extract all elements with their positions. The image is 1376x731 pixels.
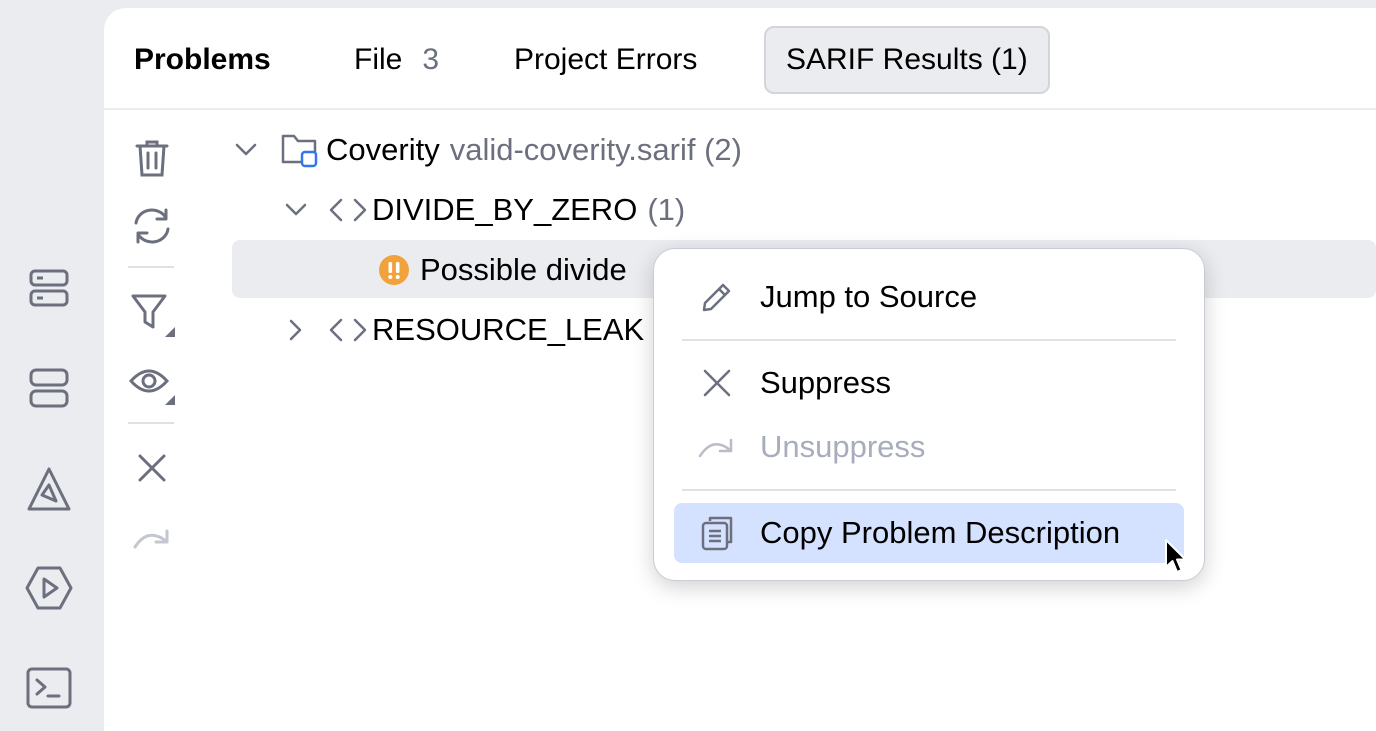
- tab-bar: Problems File 3 Project Errors SARIF Res…: [104, 8, 1376, 110]
- mouse-cursor-icon: [1164, 538, 1188, 581]
- toolbar-separator: [128, 422, 174, 424]
- menu-item-unsuppress-label: Unsuppress: [760, 429, 926, 464]
- copy-icon: [692, 515, 742, 551]
- folder-icon: [280, 132, 320, 168]
- menu-item-copy-label: Copy Problem Description: [760, 515, 1121, 550]
- menu-item-jump-label: Jump to Source: [760, 279, 978, 314]
- context-menu: Jump to Source Suppress Unsuppress Copy …: [653, 248, 1205, 581]
- tree-node-divide-by-zero[interactable]: DIVIDE_BY_ZERO (1): [284, 180, 685, 240]
- menu-item-suppress-label: Suppress: [760, 365, 891, 400]
- tab-project-errors[interactable]: Project Errors: [514, 26, 697, 94]
- build-icon[interactable]: [22, 462, 76, 516]
- trash-icon[interactable]: [128, 134, 176, 182]
- tree-node-problem[interactable]: Possible divide: [378, 240, 627, 300]
- database-icon[interactable]: [22, 261, 76, 315]
- filter-icon[interactable]: [128, 290, 176, 338]
- redo-icon: [692, 435, 742, 459]
- menu-item-jump-to-source[interactable]: Jump to Source: [674, 267, 1184, 327]
- chevron-right-icon[interactable]: [284, 319, 308, 341]
- tree-node-coverity-name: Coverity: [326, 132, 440, 167]
- terminal-icon[interactable]: [22, 661, 76, 715]
- chevron-down-icon[interactable]: [284, 203, 308, 217]
- tree-node-coverity-file: valid-coverity.sarif (2): [449, 132, 742, 167]
- tab-sarif-results[interactable]: SARIF Results (1): [764, 26, 1050, 94]
- close-icon[interactable]: [128, 444, 176, 492]
- structure-icon[interactable]: [22, 361, 76, 415]
- code-tag-icon: [328, 318, 368, 342]
- menu-item-copy-description[interactable]: Copy Problem Description: [674, 503, 1184, 563]
- eye-icon[interactable]: [128, 358, 176, 406]
- tree-node-resource-leak-name: RESOURCE_LEAK: [372, 312, 645, 347]
- close-icon: [692, 368, 742, 398]
- chevron-down-icon[interactable]: [234, 143, 258, 157]
- tab-file[interactable]: File 3: [354, 26, 439, 94]
- tool-window-strip: [0, 0, 104, 731]
- menu-separator: [682, 339, 1176, 341]
- code-tag-icon: [328, 198, 368, 222]
- redo-icon: [128, 514, 176, 562]
- menu-item-suppress[interactable]: Suppress: [674, 353, 1184, 413]
- pencil-icon: [692, 280, 742, 314]
- menu-separator: [682, 489, 1176, 491]
- warning-icon: [378, 254, 410, 286]
- refresh-icon[interactable]: [128, 202, 176, 250]
- menu-item-unsuppress: Unsuppress: [674, 417, 1184, 477]
- tab-file-label: File: [354, 43, 403, 76]
- toolbar-separator: [128, 266, 174, 268]
- tree-node-divide-name: DIVIDE_BY_ZERO: [372, 192, 638, 227]
- run-icon[interactable]: [22, 561, 76, 615]
- panel-title: Problems: [134, 43, 271, 76]
- tree-node-divide-count: (1): [647, 192, 686, 227]
- tree-node-coverity[interactable]: Coverity valid-coverity.sarif (2): [234, 120, 742, 180]
- tree-node-problem-text: Possible divide: [420, 252, 627, 287]
- tab-file-count: 3: [422, 43, 440, 76]
- tree-node-resource-leak[interactable]: RESOURCE_LEAK: [284, 300, 644, 360]
